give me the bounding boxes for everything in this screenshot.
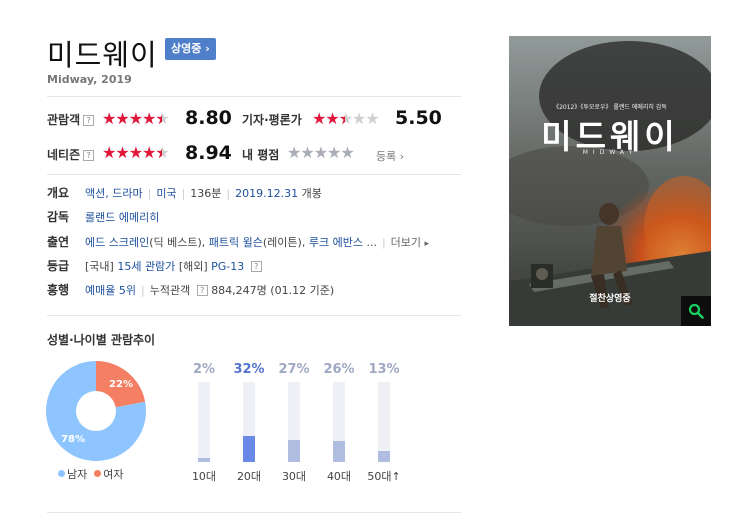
help-icon[interactable]: ? bbox=[83, 115, 95, 126]
info-overview: 개요 액션, 드라마 | 미국 | 136분 | 2019.12.31 개봉 bbox=[47, 186, 322, 200]
genre-link[interactable]: 액션, 드라마 bbox=[85, 187, 143, 200]
age-bar-3: 26% 40대 bbox=[319, 362, 359, 484]
age-bar-0: 2% 10대 bbox=[184, 362, 224, 484]
more-cast-link[interactable]: 더보기 ▸ bbox=[391, 236, 429, 249]
age-bar-label: 10대 bbox=[191, 470, 217, 483]
help-icon[interactable]: ? bbox=[83, 150, 95, 161]
director-link[interactable]: 롤랜드 에메리히 bbox=[85, 211, 159, 224]
my-rating-label: 내 평점 bbox=[242, 148, 280, 162]
age-bar-fill bbox=[243, 436, 255, 462]
age-bar-label: 30대 bbox=[281, 470, 307, 483]
status-badge[interactable]: 상영중 bbox=[165, 38, 216, 60]
divider bbox=[47, 96, 461, 97]
age-bar-fill bbox=[198, 458, 210, 462]
netizen-score: 8.94 bbox=[185, 142, 232, 164]
age-bar-label: 20대 bbox=[236, 470, 262, 483]
age-bar-label: 40대 bbox=[326, 470, 352, 483]
movie-poster[interactable]: 《2012》《투모로우》 롤랜드 에메리히 감독 미드웨이 MIDWAY 절찬상… bbox=[509, 36, 711, 326]
age-bar-track bbox=[378, 382, 390, 462]
movie-subtitle: Midway, 2019 bbox=[47, 73, 132, 86]
runtime: 136분 bbox=[190, 187, 222, 200]
female-pct-label: 22% bbox=[109, 379, 133, 390]
critic-rating-label: 기자·평론가 bbox=[242, 113, 302, 127]
zoom-button[interactable] bbox=[681, 296, 711, 326]
poster-subtitle: MIDWAY bbox=[582, 149, 638, 156]
overseas-grade-link[interactable]: PG-13 bbox=[211, 260, 244, 273]
release-date-link[interactable]: 2019.12.31 bbox=[235, 187, 298, 200]
reservation-rank-link[interactable]: 예매율 5위 bbox=[85, 284, 136, 297]
domestic-grade-link[interactable]: 15세 관람가 bbox=[117, 260, 175, 273]
info-cast: 출연 에드 스크레인(딕 베스트), 패트릭 윌슨(레이튼), 루크 에반스 ..… bbox=[47, 235, 430, 249]
age-bar-fill bbox=[378, 451, 390, 462]
gender-legend: 남자 여자 bbox=[58, 466, 124, 482]
country-link[interactable]: 미국 bbox=[156, 187, 176, 200]
audience-rating-label: 관람객? bbox=[47, 111, 95, 128]
age-bar-track bbox=[333, 382, 345, 462]
register-rating-link[interactable]: 등록 › bbox=[376, 148, 404, 164]
male-pct-label: 78% bbox=[61, 434, 85, 445]
divider bbox=[47, 512, 461, 513]
help-icon[interactable]: ? bbox=[250, 261, 262, 272]
gender-pie-chart: 22% 78% bbox=[46, 361, 146, 461]
age-bar-pct: 2% bbox=[192, 362, 216, 377]
age-bar-pct: 13% bbox=[368, 362, 400, 377]
critic-stars: ★★★★★★ bbox=[312, 109, 380, 128]
info-grade: 등급 [국내] 15세 관람가 [해외] PG-13 ? bbox=[47, 257, 262, 274]
age-bar-track bbox=[243, 382, 255, 462]
critic-score: 5.50 bbox=[395, 107, 442, 129]
age-bar-track bbox=[288, 382, 300, 462]
netizen-stars: ★★★★★★ bbox=[102, 143, 170, 162]
age-bar-4: 13% 50대↑ bbox=[364, 362, 404, 484]
age-bar-track bbox=[198, 382, 210, 462]
age-bar-2: 27% 30대 bbox=[274, 362, 314, 484]
demographics-title: 성별·나이별 관람추이 bbox=[47, 333, 156, 347]
age-bar-1: 32% 20대 bbox=[229, 362, 269, 484]
info-box-office: 흥행 예매율 5위 | 누적관객 ? 884,247명 (01.12 기준) bbox=[47, 283, 335, 297]
audience-score: 8.80 bbox=[185, 107, 232, 129]
age-bar-pct: 26% bbox=[323, 362, 355, 377]
info-director: 감독 롤랜드 에메리히 bbox=[47, 210, 160, 224]
poster-image bbox=[509, 36, 711, 326]
cast-link-3[interactable]: 루크 에반스 bbox=[309, 236, 363, 249]
help-icon[interactable]: ? bbox=[196, 285, 208, 296]
search-icon bbox=[688, 303, 704, 319]
divider bbox=[47, 315, 461, 316]
audience-stars: ★★★★★★ bbox=[102, 109, 170, 128]
cast-link-2[interactable]: 패트릭 윌슨 bbox=[209, 236, 263, 249]
movie-title: 미드웨이 bbox=[47, 38, 158, 72]
age-bar-fill bbox=[333, 441, 345, 462]
age-bar-label: 50대↑ bbox=[367, 470, 401, 483]
divider bbox=[47, 174, 461, 175]
age-bar-fill bbox=[288, 440, 300, 462]
cumulative-audience: 884,247명 bbox=[211, 284, 267, 297]
netizen-rating-label: 네티즌? bbox=[47, 146, 95, 163]
cast-link-1[interactable]: 에드 스크레인 bbox=[85, 236, 149, 249]
my-rating-stars[interactable]: ★★★★★ bbox=[287, 145, 355, 161]
age-bar-pct: 27% bbox=[278, 362, 310, 377]
age-bar-pct: 32% bbox=[233, 362, 265, 377]
